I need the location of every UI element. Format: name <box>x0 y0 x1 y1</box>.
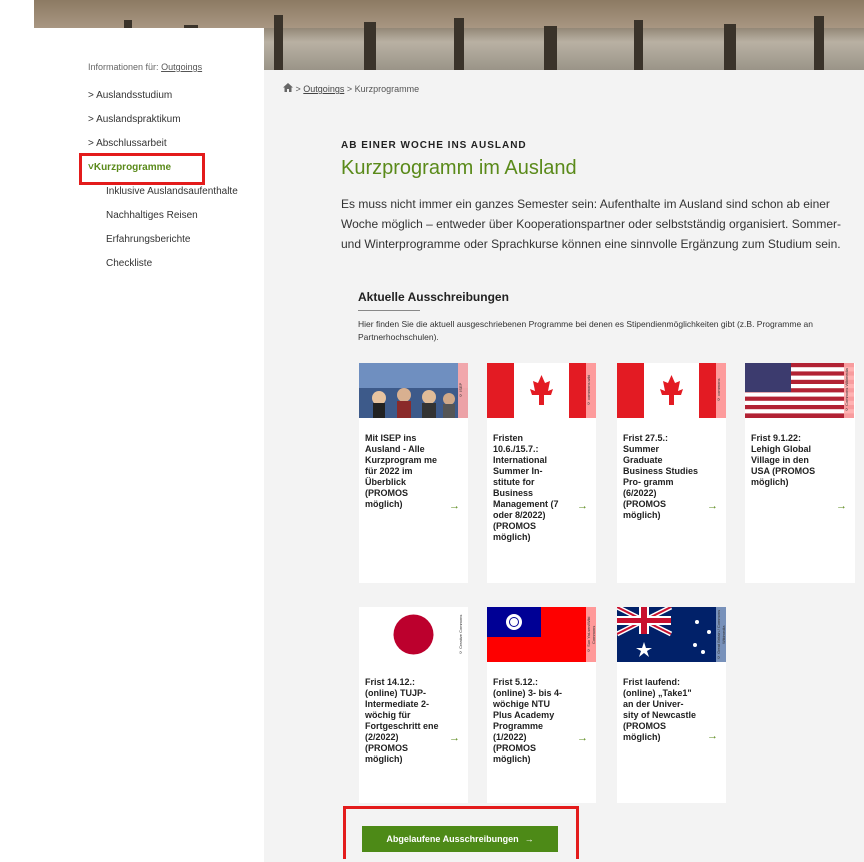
breadcrumb: > Outgoings > Kurzprogramme <box>283 83 419 94</box>
sidebar-subitem-nachhaltiges-reisen[interactable]: Nachhaltiges Reisen <box>106 210 198 221</box>
program-card-text: Frist 14.12.: (online) TUJP- Intermediat… <box>365 677 439 764</box>
arrow-right-icon: → <box>707 730 718 742</box>
photo-students-image: © ISEP <box>359 363 468 418</box>
arrow-right-icon: → <box>449 500 460 512</box>
japan-flag-image: © Creative Commons <box>359 607 468 662</box>
page-title: Kurzprogramm im Ausland <box>341 157 577 179</box>
highlight-box-nav <box>79 153 205 185</box>
section-rule <box>358 310 420 311</box>
program-card-tujp[interactable]: © Creative Commons Frist 14.12.: (online… <box>359 607 468 803</box>
sidebar-item-auslandspraktikum[interactable]: > Auslandspraktikum <box>88 114 181 125</box>
program-card-text: Frist 27.5.: Summer Graduate Business St… <box>623 433 699 520</box>
program-card-isibm[interactable]: © commons.wiki Fristen 10.6./15.7.: Inte… <box>487 363 596 583</box>
audience-link[interactable]: Outgoings <box>161 62 202 72</box>
breadcrumb-current: Kurzprogramme <box>354 84 420 94</box>
sidebar-item-abschlussarbeit[interactable]: > Abschlussarbeit <box>88 138 167 149</box>
program-card-newcastle[interactable]: © Great Britain / Commons Wikimedia Fris… <box>617 607 726 803</box>
program-card-text: Frist 5.12.: (online) 3- bis 4-wöchige N… <box>493 677 563 764</box>
home-icon[interactable] <box>283 83 296 94</box>
highlight-box-button <box>343 806 579 859</box>
arrow-right-icon: → <box>449 732 460 744</box>
section-title: Aktuelle Ausschreibungen <box>358 290 509 304</box>
arrow-right-icon: → <box>577 732 588 744</box>
arrow-right-icon: → <box>707 500 718 512</box>
kicker: AB EINER WOCHE INS AUSLAND <box>341 140 527 151</box>
sidebar-subitem-inklusive[interactable]: Inklusive Auslandsaufenthalte <box>106 186 238 197</box>
sidebar-item-auslandsstudium[interactable]: > Auslandsstudium <box>88 90 172 101</box>
lead-text: Es muss nicht immer ein ganzes Semester … <box>341 197 842 251</box>
australia-flag-image: © Great Britain / Commons Wikimedia <box>617 607 726 662</box>
program-card-text: Frist laufend: (online) „Take1" an der U… <box>623 677 697 742</box>
program-card-text: Fristen 10.6./15.7.: International Summe… <box>493 433 559 542</box>
program-card-isep[interactable]: © ISEP Mit ISEP ins Ausland - Alle Kurzp… <box>359 363 468 583</box>
canada-flag-image: © commons <box>617 363 726 418</box>
usa-flag-image: © Commons Wikimedia <box>745 363 854 418</box>
program-card-text: Mit ISEP ins Ausland - Alle Kurzprogram … <box>365 433 438 509</box>
breadcrumb-link-outgoings[interactable]: Outgoings <box>303 84 344 94</box>
taiwan-flag-image: © Sun Yat-sen/Wiki Commons <box>487 607 596 662</box>
arrow-right-icon: → <box>577 500 588 512</box>
program-card-lehigh[interactable]: © Commons Wikimedia Frist 9.1.22: Lehigh… <box>745 363 855 583</box>
audience-label: Informationen für: <box>88 62 159 72</box>
program-card-ntu[interactable]: © Sun Yat-sen/Wiki Commons Frist 5.12.: … <box>487 607 596 803</box>
canada-flag-image: © commons.wiki <box>487 363 596 418</box>
program-card-sgbs[interactable]: © commons Frist 27.5.: Summer Graduate B… <box>617 363 726 583</box>
arrow-right-icon: → <box>836 500 847 512</box>
section-description: Hier finden Sie die aktuell ausgeschrieb… <box>358 319 814 342</box>
audience-info: Informationen für: Outgoings <box>88 62 202 72</box>
sidebar-subitem-erfahrungsberichte[interactable]: Erfahrungsberichte <box>106 234 191 245</box>
program-card-text: Frist 9.1.22: Lehigh Global Village in d… <box>751 433 816 487</box>
sidebar-subitem-checkliste[interactable]: Checkliste <box>106 258 152 269</box>
